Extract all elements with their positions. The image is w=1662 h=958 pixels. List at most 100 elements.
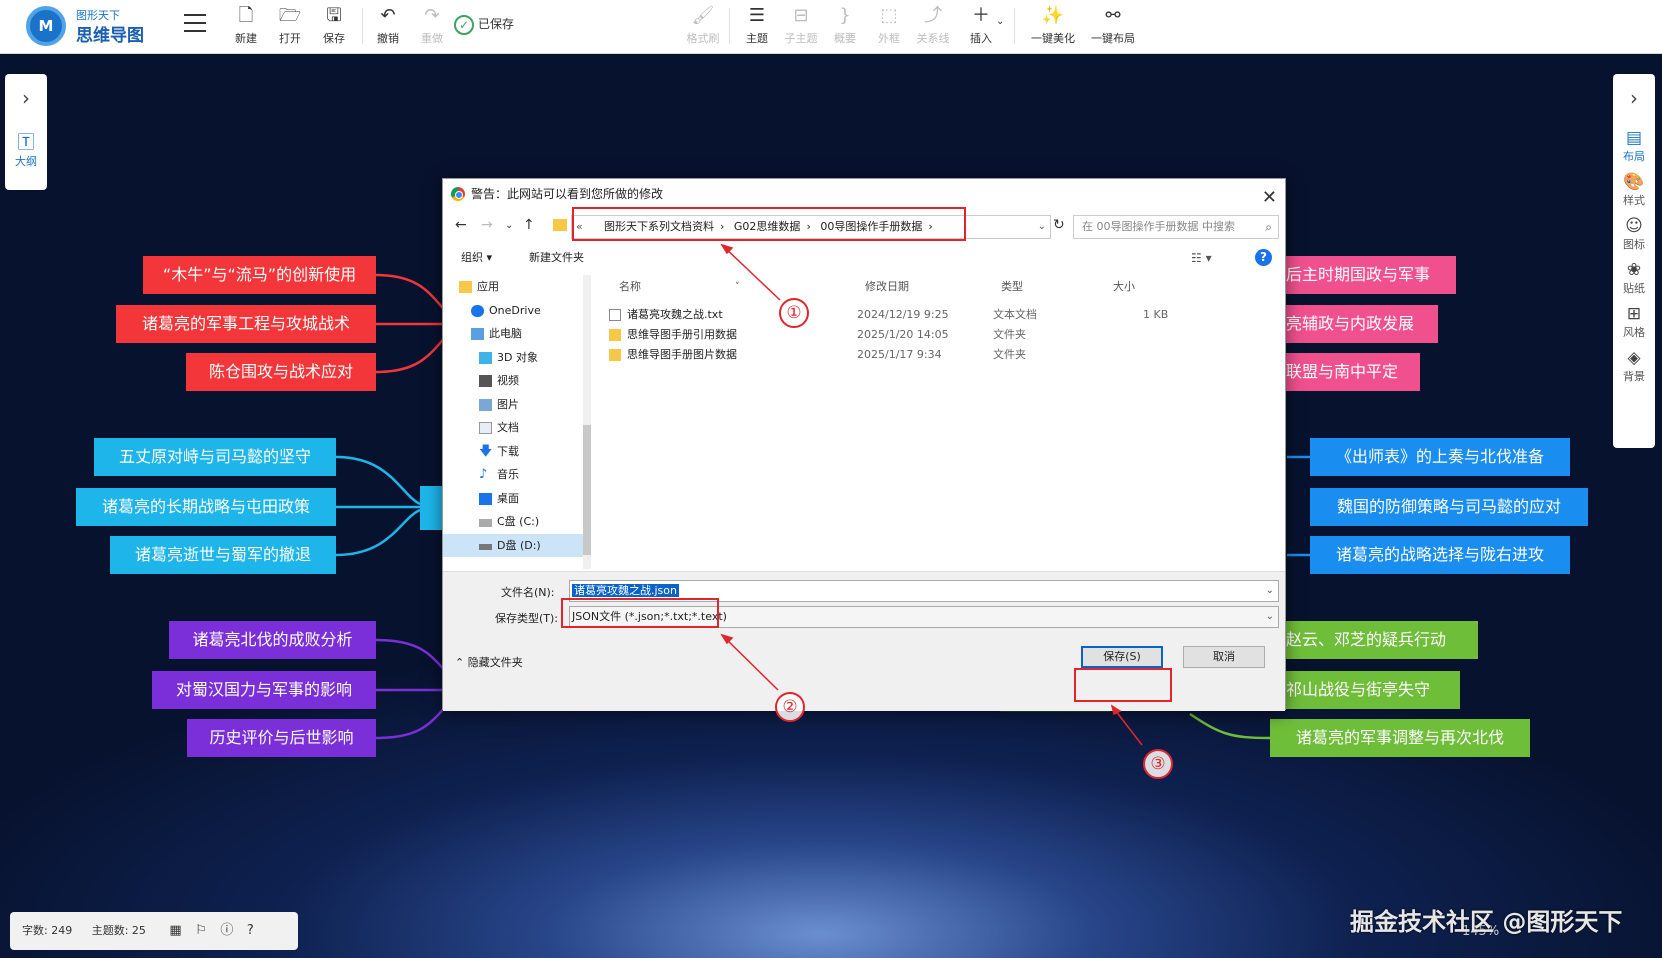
download-icon: 🡇 bbox=[479, 443, 493, 459]
scrollbar-thumb[interactable] bbox=[583, 425, 591, 555]
tree-item[interactable]: 此电脑 bbox=[443, 322, 588, 346]
topic-node[interactable]: 陈仓围攻与战术应对 bbox=[186, 353, 376, 391]
icon-panel-button[interactable]: ☺ 图标 bbox=[1613, 216, 1655, 252]
keyboard-icon[interactable]: ▦ bbox=[169, 912, 181, 950]
new-button[interactable]: 🗋 新建 bbox=[226, 4, 266, 50]
info-icon[interactable]: ⓘ bbox=[220, 912, 233, 950]
tree-item[interactable]: 🡇 下载 bbox=[443, 440, 588, 464]
dialog-cancel-button[interactable]: 取消 bbox=[1183, 646, 1265, 668]
column-header-size[interactable]: 大小 bbox=[1113, 275, 1135, 299]
redo-button[interactable]: ↷ 重做 bbox=[412, 4, 452, 50]
topic-node[interactable]: 魏国的防御策略与司马懿的应对 bbox=[1310, 488, 1588, 526]
dialog-save-button[interactable]: 保存(S) bbox=[1081, 646, 1163, 668]
topic-node[interactable]: 联盟与南中平定 bbox=[1286, 353, 1420, 391]
topic-node[interactable]: 诸葛亮的长期战略与屯田政策 bbox=[76, 488, 336, 526]
column-header-name[interactable]: 名称 bbox=[619, 275, 641, 299]
topic-node[interactable]: 亮辅政与内政发展 bbox=[1286, 305, 1438, 343]
topic-node[interactable]: 诸葛亮逝世与蜀军的撤退 bbox=[110, 536, 336, 574]
close-icon[interactable]: ✕ bbox=[1262, 183, 1277, 213]
view-options-icon[interactable]: ☷ ▾ bbox=[1191, 245, 1212, 271]
column-header-type[interactable]: 类型 bbox=[1001, 275, 1023, 299]
topic-node[interactable]: 后主时期国政与军事 bbox=[1286, 256, 1456, 294]
topic-button[interactable]: ☰ 主题 bbox=[737, 4, 777, 50]
relation-icon: ⤴ bbox=[924, 5, 942, 26]
edge-red-1 bbox=[375, 273, 449, 315]
open-button[interactable]: 🗁 打开 bbox=[270, 4, 310, 50]
chevron-down-icon: ⌄ bbox=[1265, 611, 1274, 622]
topic-node[interactable]: 诸葛亮的军事工程与攻城战术 bbox=[116, 305, 376, 343]
cube-icon bbox=[479, 351, 492, 364]
chevron-right-icon[interactable]: › bbox=[5, 74, 47, 120]
chevron-up-icon: ⌃ bbox=[455, 656, 465, 669]
dialog-title-bar: 警告：此网站可以看到您所做的修改 ✕ bbox=[443, 179, 1285, 209]
forward-arrow-icon[interactable]: → bbox=[481, 217, 493, 233]
chevron-right-icon[interactable]: › bbox=[1613, 74, 1655, 120]
back-arrow-icon[interactable]: ← bbox=[455, 217, 467, 233]
save-button[interactable]: 🖫 保存 bbox=[314, 4, 354, 50]
undo-button[interactable]: ↶ 撤销 bbox=[368, 4, 408, 50]
topic-node[interactable]: 赵云、邓芝的疑兵行动 bbox=[1286, 621, 1478, 659]
tree-item[interactable]: C盘 (C:) bbox=[443, 510, 588, 534]
sticker-panel-button[interactable]: ❀ 贴纸 bbox=[1613, 260, 1655, 296]
topic-node[interactable]: 历史评价与后世影响 bbox=[187, 719, 376, 757]
topic-node[interactable]: “木牛”与“流马”的创新使用 bbox=[143, 256, 376, 294]
auto-layout-button[interactable]: ⚯ 一键布局 bbox=[1090, 4, 1136, 50]
hidden-topic-cyan bbox=[420, 486, 444, 530]
background-panel-button[interactable]: ◈ 背景 bbox=[1613, 348, 1655, 384]
frame-button[interactable]: ⬚ 外框 bbox=[869, 4, 909, 50]
file-row[interactable]: 思维导图手册图片数据 2025/1/17 9:34 文件夹 bbox=[599, 345, 1279, 365]
sort-icon: ˅ bbox=[735, 282, 740, 292]
topic-node[interactable]: 诸葛亮北伐的成败分析 bbox=[169, 621, 376, 659]
outline-button[interactable]: 🅃 大纲 bbox=[5, 128, 47, 169]
insert-button[interactable]: ＋插入 bbox=[961, 4, 1001, 50]
beautify-button[interactable]: ✨ 一键美化 bbox=[1030, 4, 1076, 50]
format-brush-button[interactable]: 🖌 格式刷 bbox=[683, 4, 723, 50]
summary-button[interactable]: } 概要 bbox=[825, 4, 865, 50]
topic-node[interactable]: 诸葛亮的战略选择与陇右进攻 bbox=[1310, 536, 1570, 574]
menu-icon[interactable] bbox=[184, 14, 206, 34]
tree-scrollbar[interactable] bbox=[583, 275, 591, 569]
map-icon[interactable]: ⚐ bbox=[195, 912, 207, 950]
organize-button[interactable]: 组织 ▾ bbox=[461, 245, 492, 271]
hide-folders-toggle[interactable]: ⌃ 隐藏文件夹 bbox=[455, 654, 523, 670]
tree-item[interactable]: OneDrive bbox=[443, 299, 588, 323]
topic-node[interactable]: 对蜀汉国力与军事的影响 bbox=[152, 671, 376, 709]
file-row[interactable]: 思维导图手册引用数据 2025/1/20 14:05 文件夹 bbox=[599, 325, 1279, 345]
sticker-icon: ❀ bbox=[1626, 260, 1642, 280]
tree-item[interactable]: ♪ 音乐 bbox=[443, 463, 588, 487]
subtopic-button[interactable]: ⊟ 子主题 bbox=[781, 4, 821, 50]
chevron-down-icon[interactable]: ⌄ bbox=[996, 16, 1004, 27]
new-folder-button[interactable]: 新建文件夹 bbox=[529, 245, 584, 271]
tree-item[interactable]: 视频 bbox=[443, 369, 588, 393]
annotation-number: ① bbox=[779, 298, 809, 328]
topic-node[interactable]: 《出师表》的上奏与北伐准备 bbox=[1310, 438, 1570, 476]
up-arrow-icon[interactable]: ↑ bbox=[523, 217, 535, 233]
tree-item[interactable]: 应用 bbox=[443, 275, 588, 299]
relation-button[interactable]: ⤴ 关系线 bbox=[913, 4, 953, 50]
file-row[interactable]: 诸葛亮攻魏之战.txt 2024/12/19 9:25 文本文档 1 KB bbox=[599, 305, 1279, 325]
subtopic-icon: ⊟ bbox=[793, 5, 809, 26]
tree-item[interactable]: 3D 对象 bbox=[443, 346, 588, 370]
chevron-down-icon[interactable]: ⌄ bbox=[1266, 581, 1274, 601]
search-input[interactable]: 在 00导图操作手册数据 中搜索 ⌕ bbox=[1073, 215, 1279, 239]
refresh-icon[interactable]: ↻ bbox=[1053, 217, 1065, 233]
topic-node[interactable]: 五丈原对峙与司马懿的坚守 bbox=[94, 438, 336, 476]
saved-status: ✓ 已保存 bbox=[454, 12, 514, 36]
style-panel-button[interactable]: 🎨 样式 bbox=[1613, 172, 1655, 208]
topic-node[interactable]: 祁山战役与街亭失守 bbox=[1286, 671, 1460, 709]
help-icon[interactable]: ? bbox=[247, 912, 254, 950]
drive-icon bbox=[479, 519, 492, 527]
layout-panel-button[interactable]: ▤ 布局 bbox=[1613, 128, 1655, 164]
theme-style-panel-button[interactable]: ⊞ 风格 bbox=[1613, 304, 1655, 340]
topic-node[interactable]: 诸葛亮的军事调整与再次北伐 bbox=[1270, 719, 1530, 757]
column-header-date[interactable]: 修改日期 bbox=[865, 275, 909, 299]
edge-green-1 bbox=[1189, 712, 1271, 740]
chevron-down-icon[interactable]: ⌄ bbox=[505, 220, 513, 231]
tree-item[interactable]: 图片 bbox=[443, 393, 588, 417]
chrome-icon bbox=[451, 187, 465, 201]
tree-item[interactable]: 桌面 bbox=[443, 487, 588, 511]
tree-item[interactable]: D盘 (D:) bbox=[443, 533, 588, 557]
help-icon[interactable]: ? bbox=[1255, 249, 1272, 266]
tree-item[interactable]: 文档 bbox=[443, 416, 588, 440]
chevron-down-icon[interactable]: ⌄ bbox=[1038, 216, 1046, 238]
